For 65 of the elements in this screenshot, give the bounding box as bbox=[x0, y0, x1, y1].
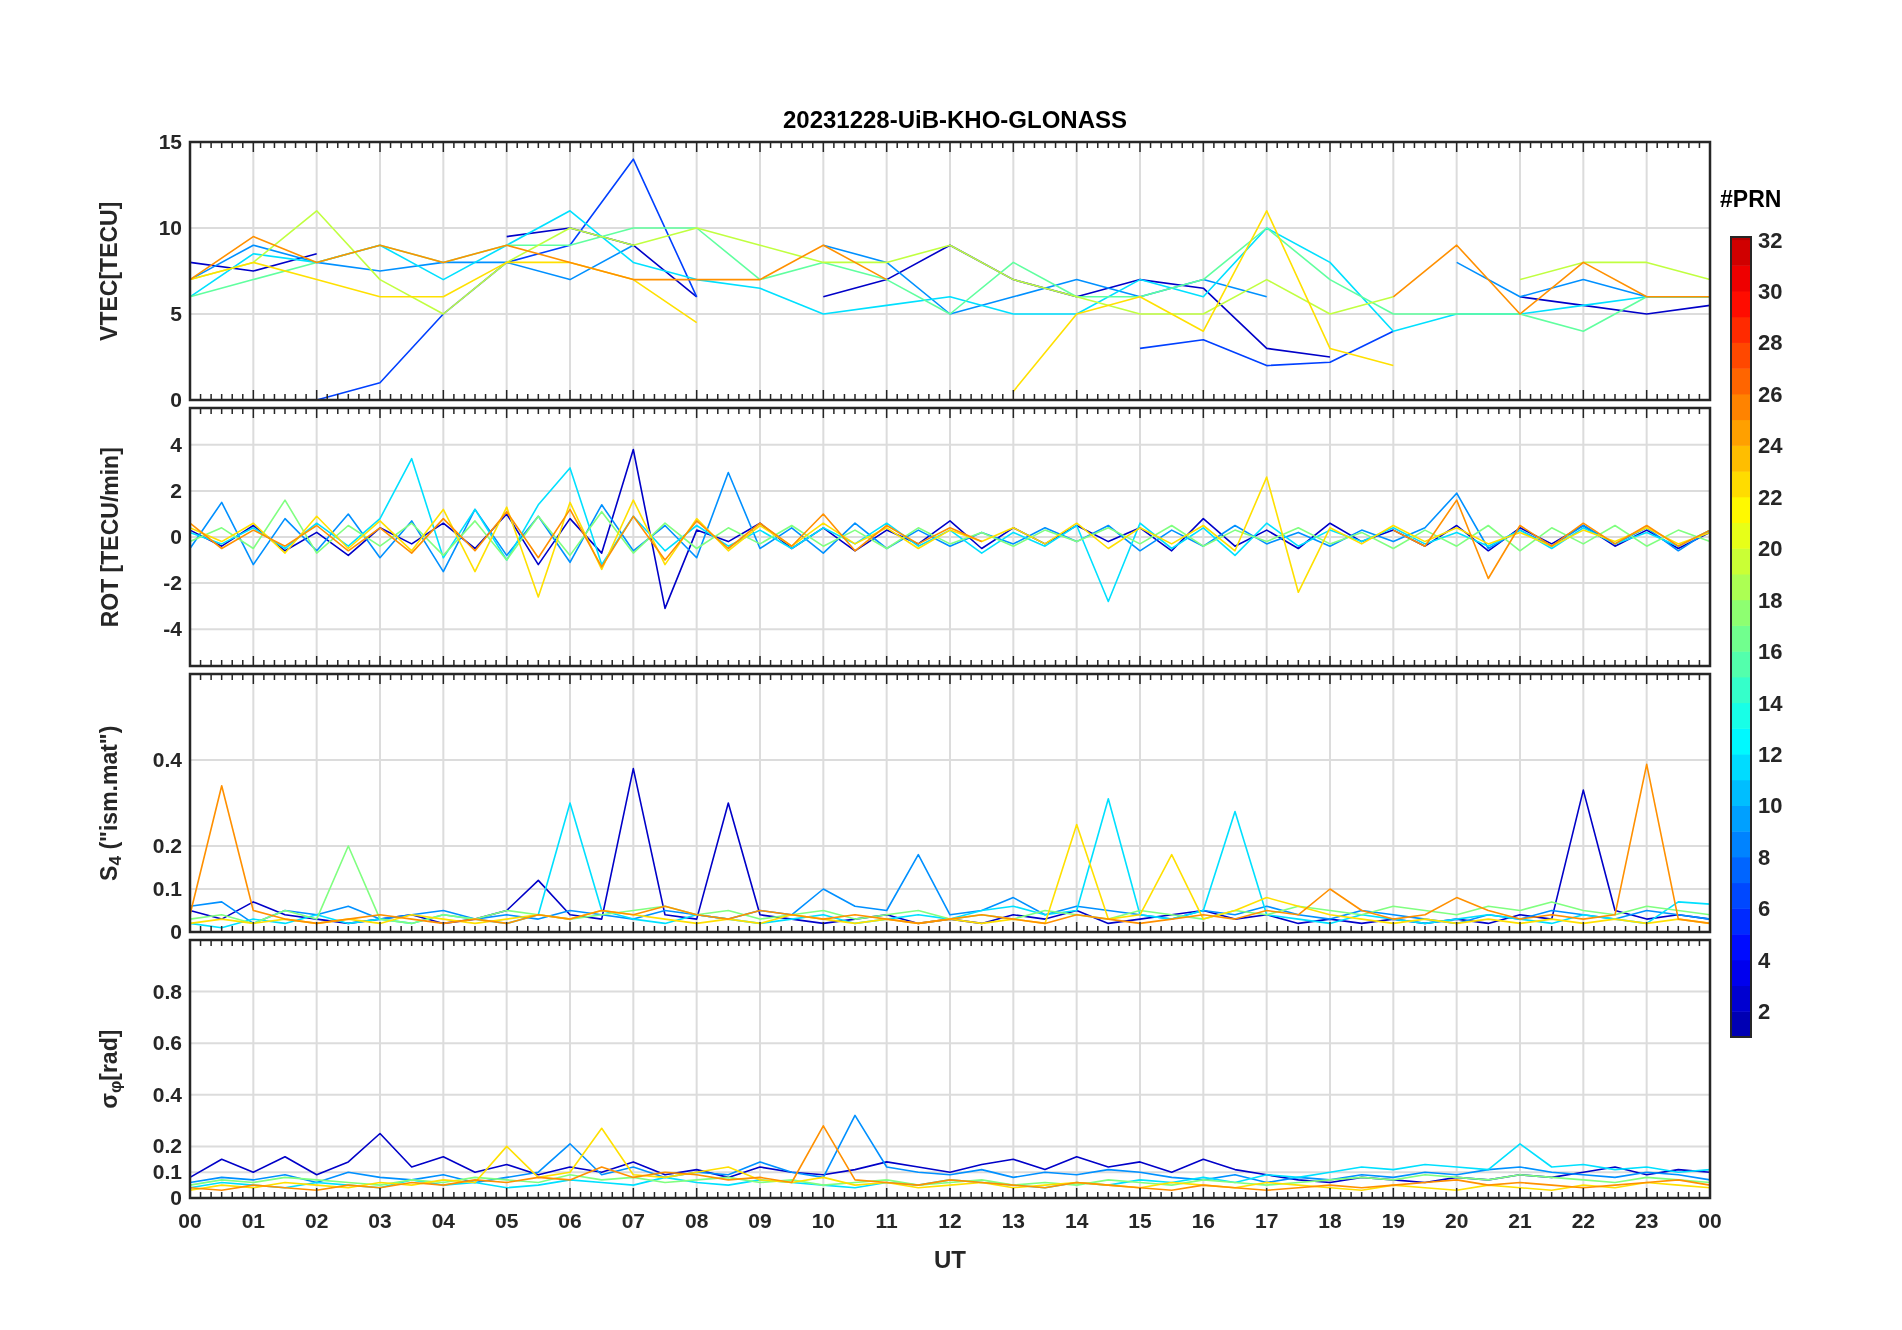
axis-tick-label: 13 bbox=[1001, 1209, 1025, 1232]
colorbar-tick-label: 10 bbox=[1758, 793, 1783, 818]
axis-tick-label: 0.6 bbox=[152, 1031, 182, 1055]
axis-tick-label: -2 bbox=[163, 571, 182, 595]
axis-tick-label: 06 bbox=[558, 1209, 582, 1232]
axis-tick-label: 07 bbox=[621, 1209, 645, 1232]
axis-tick-label: 00 bbox=[1698, 1209, 1722, 1232]
colorbar-tick-label: 28 bbox=[1758, 329, 1783, 355]
axis-tick-label: 16 bbox=[1191, 1209, 1215, 1232]
colorbar-tick-label: 14 bbox=[1758, 690, 1783, 716]
axis-tick-label: 2 bbox=[170, 478, 182, 502]
axis-tick-label: 5 bbox=[170, 302, 182, 325]
colorbar-tick-label: 6 bbox=[1758, 895, 1771, 921]
colorbar-tick-label: 2 bbox=[1758, 998, 1771, 1024]
axis-label: ROT [TECU/min] bbox=[95, 446, 124, 628]
axis-tick-label: 03 bbox=[368, 1209, 392, 1232]
axis-tick-label: 0 bbox=[170, 1186, 182, 1209]
axis-tick-label: 10 bbox=[158, 216, 182, 239]
axis-tick-label: -4 bbox=[163, 617, 182, 641]
axis-tick-label: 0.2 bbox=[152, 1134, 182, 1158]
colorbar-tick-label: 16 bbox=[1758, 638, 1783, 664]
colorbar-tick-label: 32 bbox=[1758, 227, 1783, 253]
axis-tick-label: 0 bbox=[170, 388, 182, 411]
axis-tick-label: 20 bbox=[1445, 1209, 1469, 1232]
colorbar-tick-label: 30 bbox=[1758, 278, 1783, 304]
axis-tick-label: 11 bbox=[875, 1209, 898, 1232]
axis-tick-label: 0.4 bbox=[152, 748, 182, 771]
colorbar-tick-label: 22 bbox=[1758, 484, 1783, 510]
axis-tick-label: 4 bbox=[170, 432, 182, 456]
colorbar-title: #PRN bbox=[1720, 185, 1782, 214]
colorbar-tick-label: 24 bbox=[1758, 432, 1783, 458]
axis-tick-label: 15 bbox=[1128, 1209, 1152, 1232]
axis-tick-label: 05 bbox=[495, 1209, 519, 1232]
axis-tick-label: 0.8 bbox=[152, 979, 182, 1003]
colorbar-tick-label: 18 bbox=[1758, 587, 1783, 613]
axis-tick-label: 0.1 bbox=[152, 877, 182, 900]
axis-tick-label: 0.4 bbox=[152, 1082, 182, 1106]
axis-tick-label: 23 bbox=[1635, 1209, 1659, 1232]
axis-tick-label: 04 bbox=[431, 1209, 455, 1232]
axis-label: UT bbox=[934, 1246, 966, 1273]
colorbar-tick-label: 4 bbox=[1758, 947, 1771, 973]
axis-tick-label: 09 bbox=[748, 1209, 772, 1232]
axis-tick-label: 22 bbox=[1571, 1209, 1595, 1232]
axis-label: VTEC[TECU] bbox=[95, 201, 124, 341]
axis-tick-label: 02 bbox=[305, 1209, 329, 1232]
colorbar-tick-label: 8 bbox=[1758, 844, 1771, 870]
axis-tick-label: 21 bbox=[1508, 1209, 1532, 1232]
axis-tick-label: 0.1 bbox=[152, 1160, 182, 1184]
axis-tick-label: 10 bbox=[811, 1209, 835, 1232]
axis-tick-label: 17 bbox=[1255, 1209, 1279, 1232]
axis-tick-label: 18 bbox=[1318, 1209, 1342, 1232]
axis-tick-label: 12 bbox=[938, 1209, 962, 1232]
colorbar-tick-label: 12 bbox=[1758, 741, 1783, 767]
axis-tick-label: 14 bbox=[1065, 1209, 1089, 1232]
axis-tick-label: 08 bbox=[685, 1209, 709, 1232]
axis-tick-label: 00 bbox=[178, 1209, 202, 1232]
axis-tick-label: 0 bbox=[170, 525, 182, 548]
axis-tick-label: 15 bbox=[158, 130, 182, 153]
axis-tick-label: 01 bbox=[241, 1209, 265, 1232]
chart-title: 20231228-UiB-KHO-GLONASS bbox=[782, 105, 1128, 135]
axis-tick-label: 0 bbox=[170, 920, 182, 943]
axis-tick-label: 19 bbox=[1381, 1209, 1405, 1232]
colorbar-tick-label: 20 bbox=[1758, 535, 1783, 561]
axis-tick-label: 0.2 bbox=[152, 834, 182, 857]
colorbar-tick-label: 26 bbox=[1758, 381, 1783, 407]
